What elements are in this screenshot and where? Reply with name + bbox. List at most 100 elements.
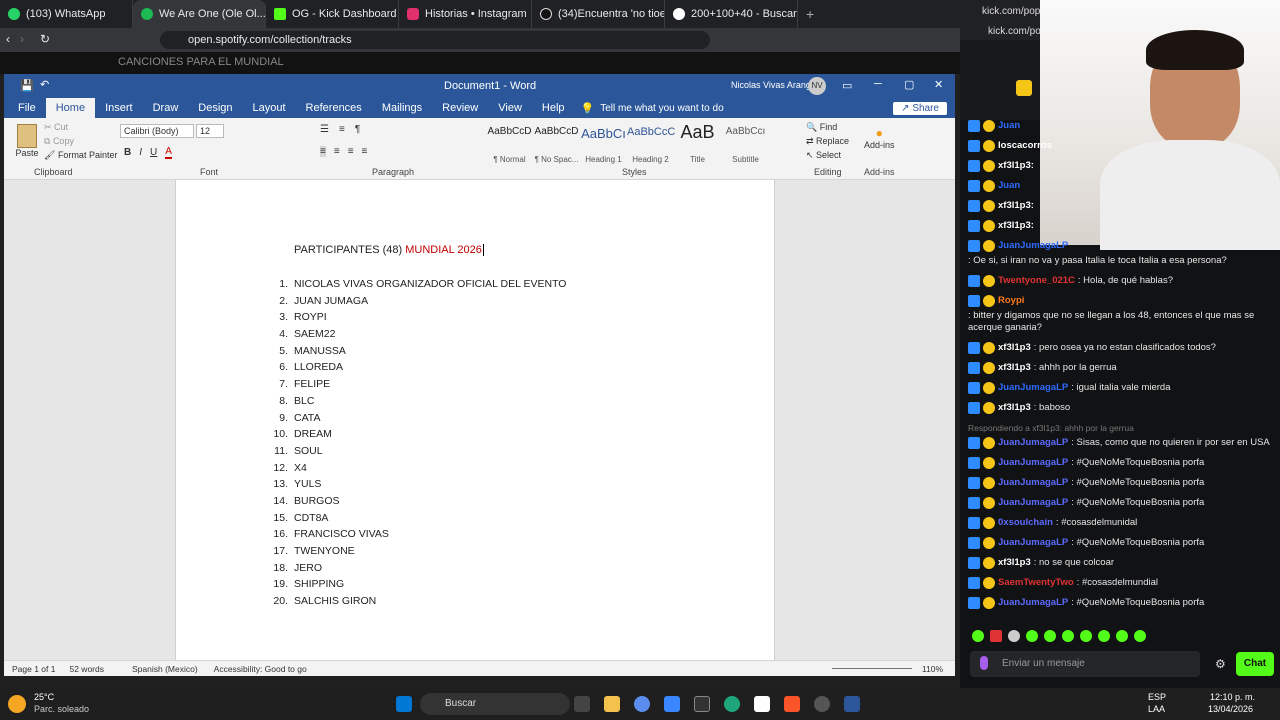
style-title[interactable]: AaB Title [674,122,721,164]
tab-design[interactable]: Design [188,98,242,118]
italic-button[interactable]: I [139,147,142,158]
underline-button[interactable]: U [150,147,157,158]
format-painter-button[interactable]: 🖌 Format Painter [44,150,117,161]
chat-username[interactable]: Twentyone_021C [998,275,1075,287]
style-subtitle[interactable]: AaBbCcı Subtitle [722,126,769,164]
emote-icon[interactable] [1062,630,1074,642]
page-count[interactable]: Page 1 of 1 [12,664,55,674]
minimize-icon[interactable]: ─ [874,78,882,90]
addins-button[interactable]: ● Add-ins [864,126,895,150]
obs-icon[interactable] [814,696,830,712]
chat-username[interactable]: JuanJumagaLP [998,457,1068,469]
chat-message[interactable]: JuanJumagaLP: #QueNoMeToqueBosnia porfa [968,497,1274,509]
chat-username[interactable]: JuanJumagaLP [998,240,1068,252]
emote-icon[interactable] [1134,630,1146,642]
share-button[interactable]: ↗ Share [893,101,947,115]
document-page[interactable]: PARTICIPANTES (48) MUNDIAL 2026 1. NICOLA… [175,180,775,660]
bold-button[interactable]: B [124,147,131,158]
accessibility-status[interactable]: Accessibility: Good to go [214,664,307,674]
style-normal[interactable]: AaBbCcD ¶ Normal [486,126,533,164]
chat-username[interactable]: JuanJumagaLP [998,437,1068,449]
chat-message[interactable]: SaemTwentyTwo: #cosasdelmundial [968,577,1274,589]
chat-username[interactable]: xf3l1p3 [998,342,1031,354]
align-center-icon[interactable]: ≡ [334,146,340,157]
tab-mailings[interactable]: Mailings [372,98,432,118]
chat-input[interactable]: Enviar un mensaje [970,651,1200,677]
clock-time[interactable]: 12:10 p. m. [1210,692,1255,702]
taskbar-search[interactable]: Buscar [420,693,570,715]
capcut-icon[interactable] [754,696,770,712]
pilcrow-icon[interactable]: ¶ [355,124,360,135]
tab-review[interactable]: Review [432,98,488,118]
language[interactable]: Spanish (Mexico) [132,664,198,674]
bullets-icon[interactable]: ☰ [320,124,329,135]
tab-file[interactable]: File [4,98,46,118]
chat-username[interactable]: JuanJumagaLP [998,597,1068,609]
gift-badge-icon[interactable] [1016,80,1032,96]
edge-icon[interactable] [724,696,740,712]
chat-message[interactable]: Twentyone_021C: Hola, de qué hablas? [968,275,1274,287]
tab-insert[interactable]: Insert [95,98,143,118]
align-right-icon[interactable]: ≡ [348,146,354,157]
language-indicator[interactable]: ESP [1148,692,1166,702]
forward-icon[interactable]: › [20,32,24,46]
tab-layout[interactable]: Layout [243,98,296,118]
weather-desc[interactable]: Parc. soleado [34,704,89,714]
undo-icon[interactable]: ↶ [40,78,49,91]
tab-view[interactable]: View [488,98,532,118]
language-indicator-sub[interactable]: LAA [1148,704,1165,714]
word-icon[interactable] [844,696,860,712]
chat-username[interactable]: Juan [998,180,1020,192]
chat-message[interactable]: JuanJumagaLP: Sisas, como que no quieren… [968,437,1274,449]
tab-spotify[interactable]: We Are One (Ole Ol...✕ [133,0,266,28]
emote-icon[interactable] [1044,630,1056,642]
emote-icon[interactable] [1116,630,1128,642]
tab-kick[interactable]: OG - Kick Dashboard [266,0,399,28]
tab-tiktok[interactable]: (34)Encuentra 'no tioenes e [532,0,665,28]
emote-icon[interactable] [1080,630,1092,642]
chat-message[interactable]: xf3l1p3: [968,160,1274,172]
chat-message[interactable]: JuanJumagaLP: Oe si, si iran no va y pas… [968,240,1274,267]
tell-me-search[interactable]: Tell me what you want to do [600,103,723,114]
style-heading2[interactable]: AaBbCcC Heading 2 [627,126,675,164]
zoom-level[interactable]: 110% [922,664,943,674]
cut-button[interactable]: ✂ Cut [44,122,68,133]
terminal-icon[interactable] [694,696,710,712]
chat-username[interactable]: 0xsoulchain [998,517,1053,529]
save-icon[interactable]: 💾 [20,79,34,92]
chat-username[interactable]: Juan [998,120,1020,132]
justify-icon[interactable]: ≡ [362,146,368,157]
copilot-icon[interactable] [634,696,650,712]
tab-home[interactable]: Home [45,98,96,118]
chat-message[interactable]: JuanJumagaLP: #QueNoMeToqueBosnia porfa [968,537,1274,549]
reload-icon[interactable]: ↻ [40,32,50,46]
clock-date[interactable]: 13/04/2026 [1208,704,1253,714]
chat-username[interactable]: JuanJumagaLP [998,537,1068,549]
chat-message[interactable]: JuanJumagaLP: #QueNoMeToqueBosnia porfa [968,597,1274,609]
find-button[interactable]: 🔍 Find [806,122,837,133]
emote-icon[interactable] [990,630,1002,642]
chat-message[interactable]: xf3l1p3: [968,220,1274,232]
chat-username[interactable]: xf3l1p3 [998,557,1031,569]
emote-icon[interactable] [972,630,984,642]
style-no-spacing[interactable]: AaBbCcD ¶ No Spac... [533,126,580,164]
weather-temp[interactable]: 25°C [34,692,54,702]
chat-message[interactable]: JuanJumagaLP: #QueNoMeToqueBosnia porfa [968,477,1274,489]
chat-message[interactable]: Juan [968,180,1274,192]
emote-icon[interactable] [1026,630,1038,642]
chat-message[interactable]: JuanJumagaLP: #QueNoMeToqueBosnia porfa [968,457,1274,469]
brave-icon[interactable] [784,696,800,712]
chat-message[interactable]: xf3l1p3: [968,200,1274,212]
font-name-select[interactable]: Calibri (Body) [120,124,194,138]
tab-draw[interactable]: Draw [143,98,189,118]
tab-help[interactable]: Help [532,98,575,118]
chat-message[interactable]: xf3l1p3: ahhh por la gerrua [968,362,1274,374]
word-count[interactable]: 52 words [69,664,104,674]
replace-button[interactable]: ⇄ Replace [806,136,849,147]
windows-start-icon[interactable] [396,696,412,712]
back-icon[interactable]: ‹ [6,32,10,46]
select-button[interactable]: ↖ Select [806,150,841,161]
tab-references[interactable]: References [296,98,372,118]
settings-icon[interactable]: ⚙ [1215,657,1226,671]
paste-button[interactable]: Paste [12,124,42,158]
